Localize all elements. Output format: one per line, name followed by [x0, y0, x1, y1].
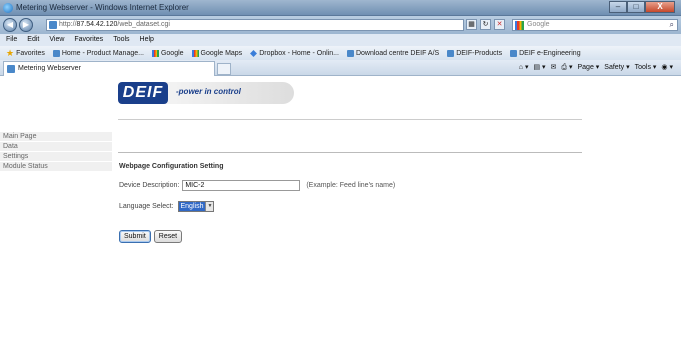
url-prefix: http:// — [59, 21, 77, 28]
favorite-link-label: DEIF-Products — [456, 49, 503, 57]
favorite-link-label: Home - Product Manage... — [61, 49, 144, 57]
home-icon[interactable]: ⌂ ▾ — [519, 62, 529, 74]
chevron-down-icon: ▼ — [205, 202, 214, 211]
internet-explorer-icon — [3, 3, 13, 13]
favorites-bar: ★ Favorites Home - Product Manage... Goo… — [0, 46, 681, 60]
language-select-value: English — [178, 202, 206, 211]
language-select-label: Language Select: — [119, 203, 174, 210]
favorite-link-label: DEIF e-Engineering — [519, 49, 581, 57]
window-controls: – □ X — [609, 1, 675, 13]
page-content: DEIF -power in control Main Page Data Se… — [0, 77, 681, 363]
favorite-link[interactable]: DEIF e-Engineering — [510, 49, 581, 57]
favorite-link[interactable]: Download centre DEIF A/S — [346, 49, 440, 57]
search-icon[interactable]: ⌕ — [670, 20, 674, 30]
address-toolbar: ◀ ▶ http://87.54.42.120/web_dataset.cgi … — [0, 16, 681, 34]
page-icon — [447, 49, 455, 57]
minimize-button[interactable]: – — [609, 1, 627, 13]
favorite-link-label: Download centre DEIF A/S — [355, 49, 440, 57]
menu-help[interactable]: Help — [140, 34, 154, 46]
logo-tagline: -power in control — [176, 87, 241, 96]
mail-icon[interactable]: ✉ — [551, 62, 557, 74]
feeds-icon[interactable]: ▤ ▾ — [533, 62, 545, 74]
tab-metering-webserver[interactable]: Metering Webserver — [3, 61, 215, 76]
favorite-link[interactable]: Google — [151, 49, 184, 57]
form-buttons: Submit Reset — [119, 230, 183, 243]
google-icon — [151, 49, 159, 57]
page-icon — [346, 49, 354, 57]
sidebar-item-module-status[interactable]: Module Status — [0, 162, 112, 172]
favorites-button[interactable]: ★ Favorites — [6, 48, 45, 59]
favorite-link-label: Dropbox - Home - Onlin... — [259, 49, 339, 57]
close-button[interactable]: X — [645, 1, 675, 13]
tab-bar: Metering Webserver ⌂ ▾ ▤ ▾ ✉ ⎙ ▾ Page ▾ … — [0, 60, 681, 76]
reset-button[interactable]: Reset — [153, 230, 183, 243]
url-host: 87.54.42.120 — [76, 21, 118, 28]
menu-view[interactable]: View — [49, 34, 64, 46]
menu-file[interactable]: File — [6, 34, 17, 46]
section-title: Webpage Configuration Setting — [119, 163, 224, 170]
device-description-example: (Example: Feed line's name) — [306, 182, 396, 189]
new-tab-button[interactable] — [217, 63, 231, 75]
window-title: Metering Webserver - Windows Internet Ex… — [16, 3, 189, 12]
favorite-link[interactable]: Google Maps — [191, 49, 243, 57]
menu-tools[interactable]: Tools — [113, 34, 129, 46]
url-input[interactable]: http://87.54.42.120/web_dataset.cgi — [46, 19, 464, 31]
search-input[interactable]: Google ⌕ — [512, 19, 678, 31]
window-titlebar: Metering Webserver - Windows Internet Ex… — [0, 0, 681, 16]
divider — [118, 152, 582, 153]
favorite-link[interactable]: Home - Product Manage... — [52, 49, 144, 57]
command-safety[interactable]: Safety ▾ — [604, 62, 629, 74]
url-path: /web_dataset.cgi — [117, 21, 170, 28]
print-icon[interactable]: ⎙ ▾ — [561, 62, 572, 74]
menu-bar: File Edit View Favorites Tools Help — [0, 34, 681, 46]
page-icon — [7, 65, 15, 73]
deif-logo: DEIF -power in control — [118, 82, 298, 106]
page-icon — [510, 49, 518, 57]
favorite-link[interactable]: DEIF-Products — [447, 49, 503, 57]
menu-edit[interactable]: Edit — [27, 34, 39, 46]
favorite-link-label: Google — [160, 49, 184, 57]
address-tools: ▦ ↻ ✕ — [466, 19, 505, 30]
stop-icon[interactable]: ✕ — [494, 19, 505, 30]
sidebar-item-main-page[interactable]: Main Page — [0, 132, 112, 142]
menu-favorites[interactable]: Favorites — [74, 34, 103, 46]
language-select-row: Language Select: English ▼ — [119, 201, 215, 212]
favorite-link-label: Google Maps — [200, 49, 243, 57]
command-page[interactable]: Page ▾ — [577, 62, 599, 74]
maximize-button[interactable]: □ — [627, 1, 645, 13]
submit-button[interactable]: Submit — [119, 230, 151, 243]
google-icon — [515, 21, 524, 30]
forward-button[interactable]: ▶ — [19, 18, 33, 32]
sidebar-nav: Main Page Data Settings Module Status — [0, 132, 112, 172]
page-icon — [49, 21, 57, 29]
device-description-input[interactable] — [182, 180, 301, 191]
favorites-label: Favorites — [16, 49, 45, 57]
tab-label: Metering Webserver — [18, 65, 81, 72]
divider — [118, 119, 582, 120]
google-icon — [191, 49, 199, 57]
sidebar-item-data[interactable]: Data — [0, 142, 112, 152]
device-description-label: Device Description: — [119, 182, 180, 189]
command-bar: ⌂ ▾ ▤ ▾ ✉ ⎙ ▾ Page ▾ Safety ▾ Tools ▾ ◉ … — [519, 62, 673, 74]
device-description-row: Device Description: (Example: Feed line'… — [119, 180, 395, 191]
language-select[interactable]: English ▼ — [177, 201, 215, 212]
logo-brand: DEIF — [118, 82, 168, 104]
favorite-link[interactable]: Dropbox - Home - Onlin... — [250, 50, 339, 57]
sidebar-item-settings[interactable]: Settings — [0, 152, 112, 162]
back-button[interactable]: ◀ — [3, 18, 17, 32]
refresh-icon[interactable]: ↻ — [480, 19, 491, 30]
page-icon — [52, 49, 60, 57]
search-placeholder: Google — [527, 21, 550, 28]
compatibility-icon[interactable]: ▦ — [466, 19, 477, 30]
dropbox-icon — [250, 49, 258, 57]
star-icon: ★ — [6, 47, 15, 58]
help-icon[interactable]: ◉ ▾ — [661, 62, 673, 74]
command-tools[interactable]: Tools ▾ — [635, 62, 657, 74]
